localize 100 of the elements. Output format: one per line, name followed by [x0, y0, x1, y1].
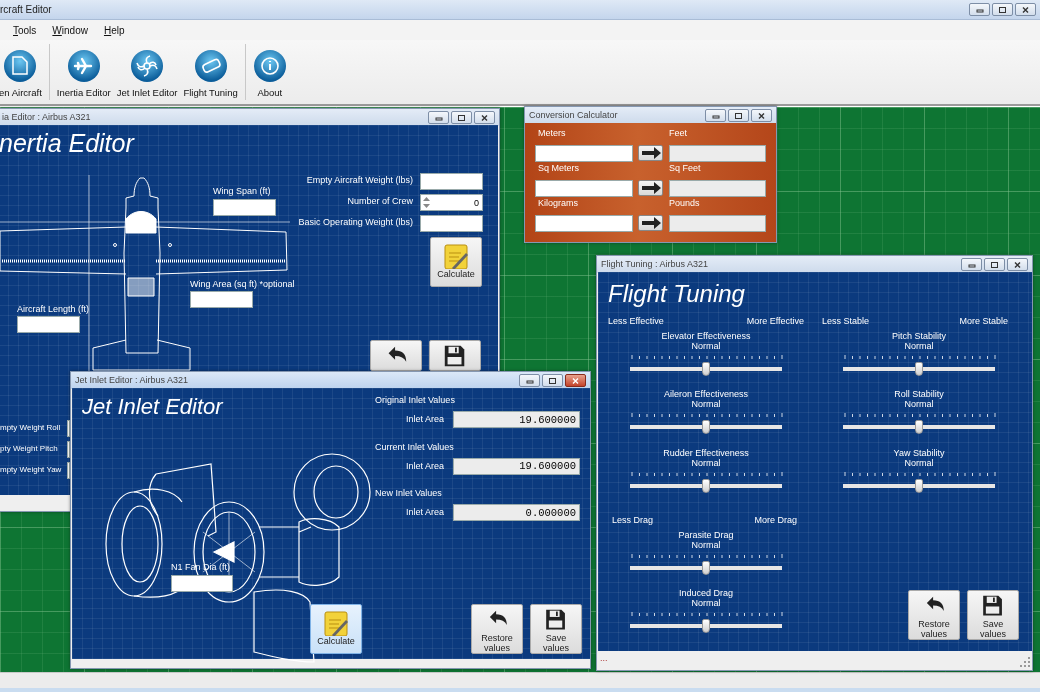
- input-field[interactable]: [535, 145, 633, 162]
- slider-track[interactable]: [630, 362, 782, 376]
- field-label: Aircraft Length (ft): [17, 304, 90, 315]
- close-button[interactable]: [751, 109, 772, 122]
- fan-icon: [130, 48, 164, 83]
- input-field[interactable]: [171, 575, 233, 592]
- readonly-field[interactable]: [669, 180, 766, 197]
- unit-label: Feet: [669, 128, 688, 139]
- input-field[interactable]: [535, 215, 633, 232]
- right-arrow-icon: [639, 181, 662, 195]
- restore-button[interactable]: Restore values: [471, 604, 523, 654]
- toolbar-button[interactable]: Jet Inlet Editor: [113, 40, 181, 104]
- menu-item[interactable]: Tools: [13, 22, 37, 38]
- slider-track[interactable]: [630, 619, 782, 633]
- close-button[interactable]: [1007, 258, 1028, 271]
- maximize-button[interactable]: [992, 3, 1013, 16]
- notepad-pencil-icon: [322, 608, 350, 636]
- range-label: Less Stable: [822, 316, 870, 327]
- input-field[interactable]: [67, 441, 70, 458]
- input-field[interactable]: [535, 180, 633, 197]
- slider-track[interactable]: [843, 362, 995, 376]
- slider-track[interactable]: [630, 561, 782, 575]
- field-label: Wing Span (ft): [213, 186, 271, 197]
- maximize-button[interactable]: [728, 109, 749, 122]
- menu-item[interactable]: Window: [52, 22, 88, 38]
- unit-label: Sq Feet: [669, 163, 702, 174]
- maximize-button[interactable]: [542, 374, 563, 387]
- maximize-icon: [733, 111, 744, 120]
- slider-thumb[interactable]: [702, 479, 710, 493]
- convert-button[interactable]: [638, 215, 663, 231]
- input-field[interactable]: [190, 291, 253, 308]
- input-field[interactable]: [213, 199, 276, 216]
- editor-heading: nertia Editor: [0, 131, 134, 156]
- calculate-button[interactable]: Calculate: [430, 237, 482, 287]
- input-field[interactable]: [17, 316, 80, 333]
- close-button[interactable]: [474, 111, 495, 124]
- maximize-button[interactable]: [984, 258, 1005, 271]
- window-title: Flight Tuning : Airbus A321: [601, 257, 709, 271]
- toolbar-button[interactable]: Flight Tuning: [180, 40, 241, 104]
- slider-reading: Normal: [903, 399, 935, 410]
- restore-button[interactable]: Restore values: [908, 590, 960, 640]
- slider-thumb[interactable]: [915, 362, 923, 376]
- slider-track[interactable]: [843, 420, 995, 434]
- slider-track[interactable]: [843, 479, 995, 493]
- slider-track[interactable]: [630, 420, 782, 434]
- right-arrow-icon: [639, 146, 662, 160]
- convert-button[interactable]: [638, 180, 663, 196]
- calculate-button[interactable]: Calculate: [310, 604, 362, 654]
- window-title: Jet Inlet Editor : Airbus A321: [75, 373, 189, 387]
- slider-thumb[interactable]: [915, 479, 923, 493]
- close-icon: [479, 113, 490, 122]
- input-field[interactable]: [420, 215, 483, 232]
- toolbar-button[interactable]: Inertia Editor: [53, 40, 114, 104]
- status-text: ...: [600, 653, 609, 664]
- window-title: ia Editor : Airbus A321: [2, 110, 91, 124]
- close-button[interactable]: [565, 374, 586, 387]
- close-button[interactable]: [1015, 3, 1036, 16]
- convert-button[interactable]: [638, 145, 663, 161]
- input-field[interactable]: [67, 420, 70, 437]
- slider-thumb[interactable]: [702, 420, 710, 434]
- field-label: pty Weight Pitch: [0, 443, 58, 454]
- slider-thumb[interactable]: [702, 561, 710, 575]
- toolbar-button[interactable]: About: [249, 40, 290, 104]
- slider-label: Induced Drag: [677, 588, 734, 599]
- slider-reading: Normal: [903, 458, 935, 469]
- maximize-icon: [989, 260, 1000, 269]
- slider-reading: Normal: [690, 341, 722, 352]
- slider-track[interactable]: [630, 479, 782, 493]
- toolbar-button[interactable]: en Aircraft: [0, 40, 45, 104]
- unit-label: Pounds: [669, 198, 701, 209]
- unit-label: Meters: [538, 128, 567, 139]
- right-arrow-icon: [639, 216, 662, 230]
- menu-item[interactable]: Help: [103, 22, 125, 38]
- range-label: More Stable: [958, 316, 1008, 327]
- readonly-field[interactable]: [669, 145, 766, 162]
- close-icon: [570, 376, 581, 385]
- input-field[interactable]: [420, 173, 483, 190]
- number-spinner[interactable]: 0: [420, 194, 483, 211]
- slider-thumb[interactable]: [702, 362, 710, 376]
- maximize-button[interactable]: [451, 111, 472, 124]
- slider-reading: Normal: [690, 540, 722, 551]
- save-button[interactable]: Save values: [530, 604, 582, 654]
- close-icon: [756, 111, 767, 120]
- slider-thumb[interactable]: [702, 619, 710, 633]
- slider-thumb[interactable]: [915, 420, 923, 434]
- save-button[interactable]: [429, 340, 481, 371]
- maximize-icon: [456, 113, 467, 122]
- group-heading: Current Inlet Values: [375, 441, 454, 453]
- field-label: Basic Operating Weight (lbs): [297, 217, 413, 228]
- field-label: Inlet Area: [404, 414, 444, 425]
- field-label: Number of Crew: [346, 196, 413, 207]
- slider-label: Parasite Drag: [677, 530, 735, 541]
- capsule-icon: [193, 48, 228, 83]
- save-button[interactable]: Save values: [967, 590, 1019, 640]
- readonly-field[interactable]: [669, 215, 766, 232]
- range-label: Less Drag: [612, 515, 654, 526]
- readonly-field[interactable]: 19.600000: [453, 411, 580, 428]
- readonly-field[interactable]: 0.000000: [453, 504, 580, 521]
- input-field[interactable]: [67, 462, 70, 479]
- restore-button[interactable]: [370, 340, 422, 371]
